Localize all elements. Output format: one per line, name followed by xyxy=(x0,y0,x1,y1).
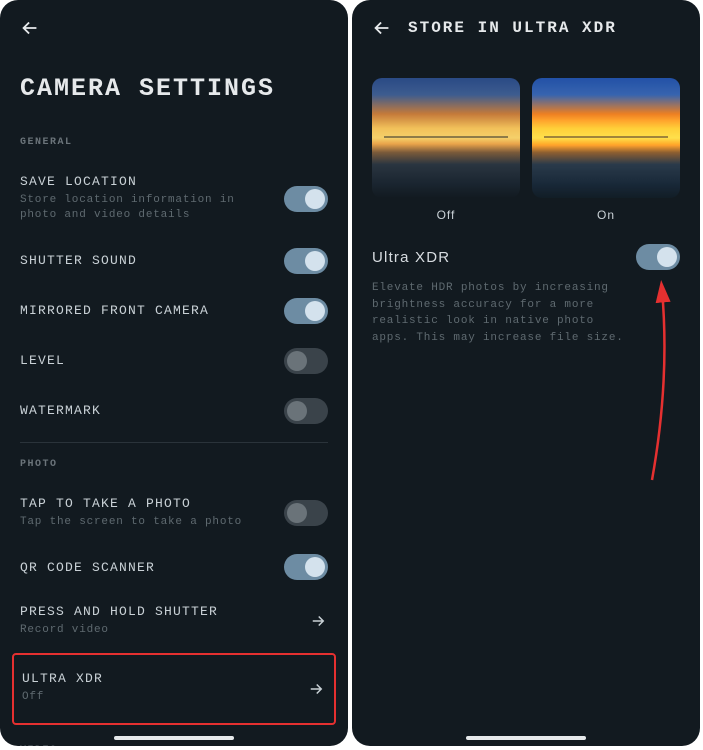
toggle-shutter-sound[interactable] xyxy=(284,248,328,274)
setting-title: SAVE LOCATION xyxy=(20,174,272,189)
home-indicator[interactable] xyxy=(466,736,586,740)
setting-title: MIRRORED FRONT CAMERA xyxy=(20,303,272,318)
toggle-tap-to-take[interactable] xyxy=(284,500,328,526)
toggle-mirrored-front[interactable] xyxy=(284,298,328,324)
preview-row: Off On xyxy=(352,56,700,230)
setting-title: PRESS AND HOLD SHUTTER xyxy=(20,604,296,619)
toggle-qr-scanner[interactable] xyxy=(284,554,328,580)
chevron-right-icon xyxy=(306,679,326,699)
setting-subtitle: Tap the screen to take a photo xyxy=(20,515,272,530)
topbar-title: STORE IN ULTRA XDR xyxy=(408,19,617,37)
setting-title: TAP TO TAKE A PHOTO xyxy=(20,496,272,511)
row-save-location[interactable]: SAVE LOCATION Store location information… xyxy=(20,162,328,236)
row-shutter-sound[interactable]: SHUTTER SOUND xyxy=(20,236,328,286)
setting-title: LEVEL xyxy=(20,353,272,368)
back-arrow-icon[interactable] xyxy=(18,16,42,40)
setting-title: ULTRA XDR xyxy=(22,671,294,686)
page-title: CAMERA SETTINGS xyxy=(0,56,348,127)
setting-title: WATERMARK xyxy=(20,403,272,418)
toggle-watermark[interactable] xyxy=(284,398,328,424)
ultra-xdr-title: Ultra XDR xyxy=(372,249,450,266)
back-arrow-icon[interactable] xyxy=(370,16,394,40)
topbar xyxy=(0,0,348,56)
setting-subtitle: Off xyxy=(22,690,294,705)
row-qr-scanner[interactable]: QR CODE SCANNER xyxy=(20,542,328,592)
camera-settings-screen: CAMERA SETTINGS GENERAL SAVE LOCATION St… xyxy=(0,0,348,746)
row-ultra-xdr[interactable]: ULTRA XDR Off xyxy=(22,665,326,713)
preview-off[interactable]: Off xyxy=(372,78,520,222)
divider xyxy=(20,442,328,443)
setting-title: QR CODE SCANNER xyxy=(20,560,272,575)
setting-subtitle: Record video xyxy=(20,623,296,638)
preview-image-off xyxy=(372,78,520,198)
home-indicator[interactable] xyxy=(114,736,234,740)
chevron-right-icon xyxy=(308,611,328,631)
row-ultra-xdr-detail: Ultra XDR xyxy=(372,244,680,270)
row-watermark[interactable]: WATERMARK xyxy=(20,386,328,436)
ultra-xdr-description: Elevate HDR photos by increasing brightn… xyxy=(372,280,632,346)
preview-label: Off xyxy=(437,208,456,222)
row-tap-to-take[interactable]: TAP TO TAKE A PHOTO Tap the screen to ta… xyxy=(20,484,328,542)
preview-image-on xyxy=(532,78,680,198)
ultra-xdr-screen: STORE IN ULTRA XDR Off On Ultra XDR Elev… xyxy=(352,0,700,746)
row-press-hold[interactable]: PRESS AND HOLD SHUTTER Record video xyxy=(20,592,328,650)
setting-subtitle: Store location information in photo and … xyxy=(20,193,272,224)
row-mirrored-front[interactable]: MIRRORED FRONT CAMERA xyxy=(20,286,328,336)
setting-title: SHUTTER SOUND xyxy=(20,253,272,268)
section-header-photo: PHOTO xyxy=(20,449,328,484)
row-level[interactable]: LEVEL xyxy=(20,336,328,386)
topbar: STORE IN ULTRA XDR xyxy=(352,0,700,56)
toggle-ultra-xdr[interactable] xyxy=(636,244,680,270)
preview-label: On xyxy=(597,208,615,222)
preview-on[interactable]: On xyxy=(532,78,680,222)
toggle-level[interactable] xyxy=(284,348,328,374)
section-header-general: GENERAL xyxy=(20,127,328,162)
toggle-save-location[interactable] xyxy=(284,186,328,212)
highlight-ultra-xdr: ULTRA XDR Off xyxy=(12,653,336,725)
